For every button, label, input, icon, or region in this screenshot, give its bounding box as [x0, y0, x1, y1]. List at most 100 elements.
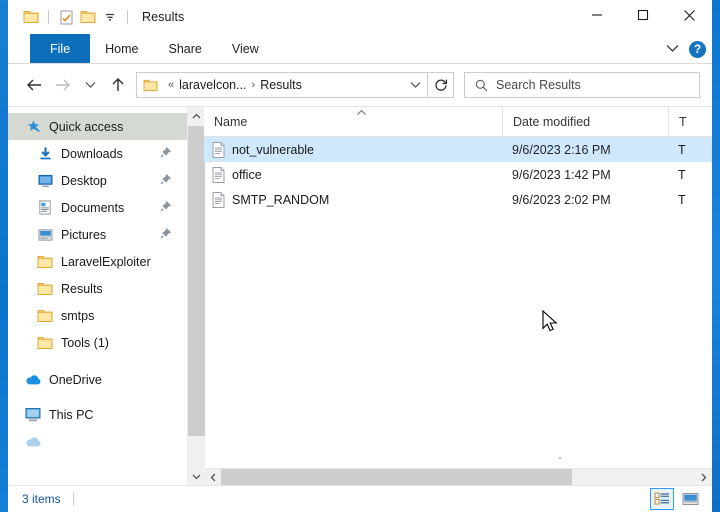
ribbon-tab-bar: File Home Share View ? — [8, 34, 712, 64]
column-header-row: Name Date modified T — [204, 106, 712, 137]
window-title: Results — [142, 10, 185, 24]
column-label-type: T — [679, 114, 687, 129]
file-name-cell[interactable]: not_vulnerable — [204, 137, 502, 162]
column-header-date-modified[interactable]: Date modified — [502, 106, 668, 137]
sidebar-gap-2 — [8, 393, 187, 401]
file-name-cell[interactable]: office — [204, 162, 502, 187]
tab-share[interactable]: Share — [154, 34, 217, 63]
text-document-icon — [212, 191, 225, 208]
documents-icon — [34, 200, 56, 215]
pin-icon[interactable] — [160, 226, 172, 244]
this-pc-icon — [22, 407, 44, 422]
maximize-button[interactable] — [620, 0, 666, 30]
sidebar-label-this-pc: This PC — [49, 407, 94, 422]
sidebar-label-laravelexploiter: LaravelExploiter — [61, 254, 151, 269]
column-header-name[interactable]: Name — [204, 107, 502, 137]
breadcrumb-separator: › — [251, 79, 256, 91]
customize-chevron-icon[interactable] — [99, 6, 121, 28]
sidebar-item-network-partial[interactable] — [8, 436, 187, 448]
help-icon[interactable]: ? — [689, 40, 706, 58]
file-type-cell: T — [678, 192, 686, 207]
search-input[interactable]: Search Results — [496, 78, 581, 92]
onedrive-cloud-icon — [22, 374, 44, 386]
forward-button[interactable] — [48, 71, 76, 99]
sidebar-item-documents[interactable]: Documents — [8, 194, 187, 221]
column-label-date-modified: Date modified — [513, 114, 591, 129]
sidebar-item-quick-access[interactable]: Quick access — [8, 113, 187, 140]
refresh-icon[interactable] — [428, 72, 454, 98]
scrollbar-track[interactable] — [187, 124, 205, 468]
back-button[interactable] — [20, 71, 48, 99]
pictures-icon — [34, 228, 56, 242]
file-type-cell: T — [678, 167, 686, 182]
folder-icon — [34, 336, 56, 350]
table-row[interactable]: SMTP_RANDOM 9/6/2023 2:02 PM T — [204, 187, 712, 212]
file-explorer-window: Results File Home Share View ? « laravel… — [8, 0, 712, 512]
scroll-right-button[interactable] — [695, 469, 712, 486]
breadcrumb-overflow[interactable]: « — [163, 79, 179, 91]
mouse-cursor — [542, 309, 559, 339]
status-bar: 3 items — [8, 485, 712, 512]
sidebar-item-onedrive[interactable]: OneDrive — [8, 366, 187, 393]
pin-icon[interactable] — [160, 199, 172, 217]
address-dropdown-icon[interactable] — [403, 81, 427, 89]
up-button[interactable] — [104, 71, 132, 99]
quick-access-toolbar: Results — [8, 6, 184, 28]
large-icons-view-button[interactable] — [678, 488, 702, 510]
sidebar-item-this-pc[interactable]: This PC — [8, 401, 187, 428]
sidebar-item-results[interactable]: Results — [8, 275, 187, 302]
sidebar-item-tools[interactable]: Tools (1) — [8, 329, 187, 356]
sidebar-label-desktop: Desktop — [61, 173, 107, 188]
table-row[interactable]: office 9/6/2023 1:42 PM T — [204, 162, 712, 187]
sort-ascending-icon — [356, 108, 367, 118]
scroll-left-button[interactable] — [204, 469, 221, 486]
sidebar-item-smtps[interactable]: smtps — [8, 302, 187, 329]
table-row[interactable]: not_vulnerable 9/6/2023 2:16 PM T — [204, 137, 712, 162]
folder-icon — [34, 282, 56, 296]
pin-icon[interactable] — [160, 145, 172, 163]
sidebar-item-desktop[interactable]: Desktop — [8, 167, 187, 194]
properties-icon[interactable] — [55, 6, 77, 28]
address-bar[interactable]: « laravelcon... › Results — [136, 72, 428, 98]
breadcrumb-current[interactable]: Results — [260, 78, 302, 92]
file-name-cell[interactable]: SMTP_RANDOM — [204, 187, 502, 212]
sidebar-gap-1 — [8, 356, 187, 366]
downloads-icon — [34, 146, 56, 161]
sidebar-label-onedrive: OneDrive — [49, 372, 102, 387]
minimize-button[interactable] — [574, 0, 620, 30]
sidebar-item-pictures[interactable]: Pictures — [8, 221, 187, 248]
toolbar-separator-1 — [48, 10, 49, 24]
file-date-cell: 9/6/2023 2:16 PM — [512, 142, 611, 157]
folder-icon — [34, 255, 56, 269]
horizontal-scrollbar[interactable] — [204, 468, 712, 486]
tab-view[interactable]: View — [217, 34, 274, 63]
details-view-button[interactable] — [650, 488, 674, 510]
navigation-scrollbar[interactable] — [187, 107, 205, 485]
new-folder-icon[interactable] — [77, 6, 99, 28]
recent-locations-button[interactable] — [76, 71, 104, 99]
column-header-type[interactable]: T — [668, 106, 712, 137]
file-rows: not_vulnerable 9/6/2023 2:16 PM T office… — [204, 137, 712, 468]
sidebar-label-results: Results — [61, 281, 103, 296]
desktop-icon — [34, 174, 56, 188]
tab-file[interactable]: File — [30, 34, 91, 63]
scrollbar-thumb[interactable] — [187, 126, 205, 436]
search-box[interactable]: Search Results — [464, 72, 700, 98]
sidebar-label-documents: Documents — [61, 200, 125, 215]
scroll-down-button[interactable] — [187, 468, 205, 485]
breadcrumb-parent[interactable]: laravelcon... — [179, 78, 246, 92]
chevron-down-icon[interactable] — [666, 40, 679, 58]
horizontal-scrollbar-thumb[interactable] — [221, 468, 572, 486]
folder-icon[interactable] — [20, 6, 42, 28]
file-name-label: office — [232, 167, 262, 182]
horizontal-scrollbar-track[interactable] — [221, 468, 695, 486]
search-icon — [475, 79, 488, 92]
close-button[interactable] — [666, 0, 712, 30]
pin-icon[interactable] — [160, 172, 172, 190]
file-list-pane: Name Date modified T not_vulnerable 9/6/… — [204, 106, 712, 486]
sidebar-item-laravelexploiter[interactable]: LaravelExploiter — [8, 248, 187, 275]
sidebar-item-downloads[interactable]: Downloads — [8, 140, 187, 167]
scroll-up-button[interactable] — [187, 107, 205, 124]
star-pin-icon — [22, 119, 44, 134]
tab-home[interactable]: Home — [90, 34, 153, 63]
